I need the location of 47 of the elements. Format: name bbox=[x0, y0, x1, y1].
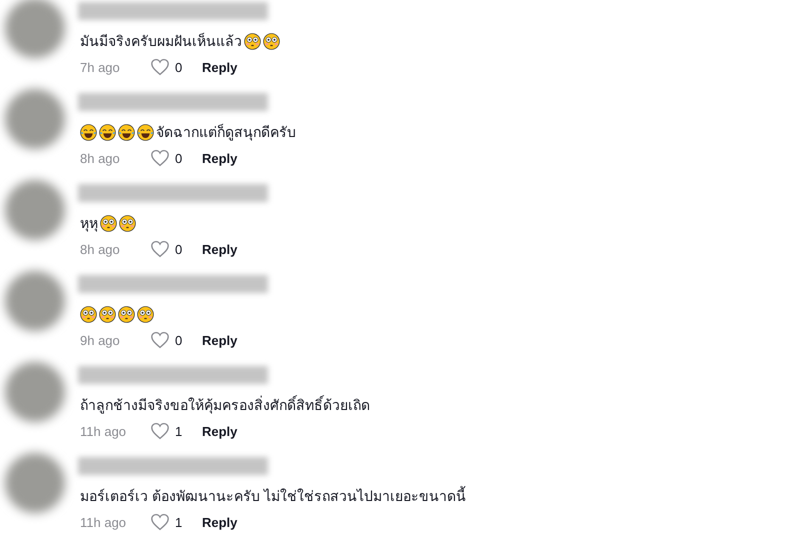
blurred-avatar[interactable] bbox=[5, 362, 65, 422]
flushed-face-icon bbox=[118, 306, 135, 322]
like-count: 1 bbox=[175, 514, 184, 530]
laughing-tears-face-icon bbox=[118, 124, 135, 140]
flushed-face-icon bbox=[119, 214, 136, 232]
reply-button[interactable]: Reply bbox=[202, 514, 238, 530]
blurred-avatar[interactable] bbox=[5, 0, 65, 58]
reply-button[interactable]: Reply bbox=[202, 332, 238, 348]
flushed-face-icon bbox=[263, 32, 280, 50]
heart-icon[interactable] bbox=[150, 240, 170, 258]
heart-icon[interactable] bbox=[150, 422, 170, 440]
like-count: 1 bbox=[175, 424, 184, 438]
laughing-tears-face-icon bbox=[99, 124, 116, 140]
comment-time: 7h ago bbox=[80, 60, 121, 74]
flushed-face-icon bbox=[100, 214, 117, 232]
reply-button[interactable]: Reply bbox=[202, 60, 238, 74]
comment-text: ถ้าลูกช้างมีจริงขอให้คุ้มครองสิ่งศักดิ์สิทธิ์ด้วยเถิด bbox=[80, 394, 370, 416]
comment-text: จัดฉากแต่ก็ดูสนุกดีครับ bbox=[156, 122, 296, 143]
flushed-face-icon bbox=[99, 306, 116, 322]
blurred-avatar[interactable] bbox=[5, 89, 65, 149]
laughing-tears-face-icon bbox=[137, 124, 154, 140]
blurred-avatar[interactable] bbox=[5, 453, 65, 513]
flushed-face-icon bbox=[80, 306, 97, 322]
comment-time: 11h ago bbox=[80, 514, 128, 530]
comment-text: หุหุ bbox=[80, 214, 98, 234]
comment-time: 8h ago bbox=[80, 242, 121, 256]
laughing-tears-face-icon bbox=[80, 124, 97, 140]
comment-time: 8h ago bbox=[80, 150, 121, 166]
comment-time: 9h ago bbox=[80, 332, 121, 348]
like-count: 0 bbox=[175, 60, 184, 74]
reply-button[interactable]: Reply bbox=[202, 242, 238, 256]
comment-time: 11h ago bbox=[80, 424, 128, 438]
reply-button[interactable]: Reply bbox=[202, 150, 238, 166]
comment-text: มอร์เตอร์เว ต้องพัฒนานะครับ ไม่ใช่ใช่รถสวนไปมาเยอะขนาดนี้ bbox=[80, 485, 466, 506]
like-count: 0 bbox=[175, 332, 184, 348]
blurred-avatar[interactable] bbox=[5, 271, 65, 331]
blurred-avatar[interactable] bbox=[5, 180, 65, 240]
comment-text: มันมีจริงครับผมฝันเห็นแล้ว bbox=[80, 32, 242, 51]
heart-icon[interactable] bbox=[150, 58, 170, 76]
flushed-face-icon bbox=[244, 32, 261, 50]
like-count: 0 bbox=[175, 150, 184, 166]
heart-icon[interactable] bbox=[150, 513, 170, 531]
like-count: 0 bbox=[175, 242, 184, 256]
heart-icon[interactable] bbox=[150, 149, 170, 167]
heart-icon[interactable] bbox=[150, 331, 170, 349]
reply-button[interactable]: Reply bbox=[202, 424, 238, 438]
flushed-face-icon bbox=[137, 306, 154, 322]
